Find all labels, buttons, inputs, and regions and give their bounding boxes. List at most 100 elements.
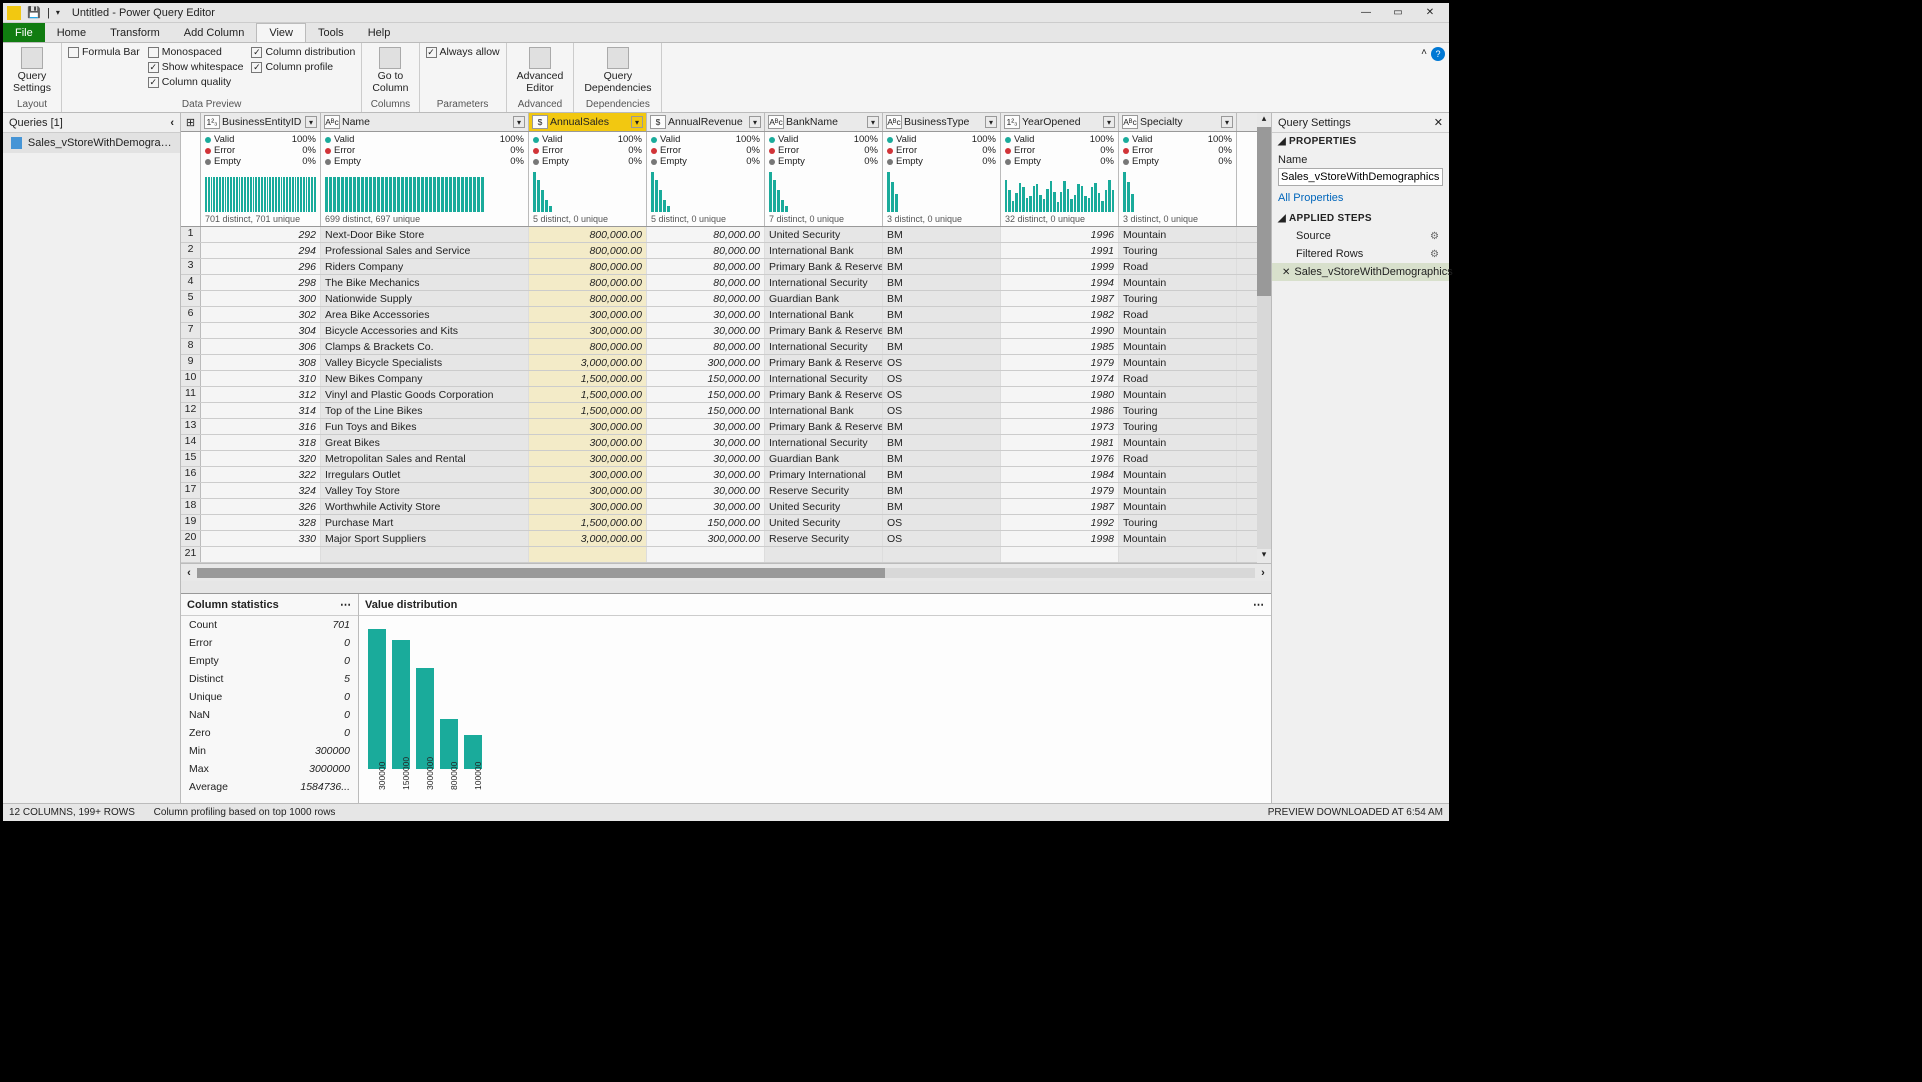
table-row[interactable]: 14318Great Bikes300,000.0030,000.00Inter…	[181, 435, 1257, 451]
column-profile: Valid100%Error0%Empty0%3 distinct, 0 uni…	[1119, 132, 1237, 226]
type-icon[interactable]: Aᴮc	[1122, 115, 1138, 129]
scroll-left-icon[interactable]: ‹	[181, 567, 197, 579]
table-row[interactable]: 19328Purchase Mart1,500,000.00150,000.00…	[181, 515, 1257, 531]
filter-dropdown-icon[interactable]: ▾	[867, 116, 879, 128]
always-allow-check[interactable]: Always allow	[426, 45, 500, 59]
chart-bar: 100000	[463, 735, 483, 795]
query-settings-button[interactable]: Query Settings	[9, 45, 55, 96]
column-header-businesstype[interactable]: AᴮcBusinessType▾	[883, 113, 1001, 131]
value-distribution-menu-icon[interactable]: ⋯	[1253, 598, 1265, 611]
table-row[interactable]: 3296Riders Company800,000.0080,000.00Pri…	[181, 259, 1257, 275]
type-icon[interactable]: $	[650, 115, 666, 129]
tab-help[interactable]: Help	[356, 23, 403, 42]
column-header-annualrevenue[interactable]: $AnnualRevenue▾	[647, 113, 765, 131]
column-distribution-check[interactable]: Column distribution	[251, 45, 355, 59]
table-row[interactable]: 11312Vinyl and Plastic Goods Corporation…	[181, 387, 1257, 403]
table-row[interactable]: 16322Irregulars Outlet300,000.0030,000.0…	[181, 467, 1257, 483]
goto-column-button[interactable]: Go to Column	[368, 45, 412, 96]
column-header-bankname[interactable]: AᴮcBankName▾	[765, 113, 883, 131]
filter-dropdown-icon[interactable]: ▾	[985, 116, 997, 128]
table-row[interactable]: 17324Valley Toy Store300,000.0030,000.00…	[181, 483, 1257, 499]
table-row[interactable]: 10310New Bikes Company1,500,000.00150,00…	[181, 371, 1257, 387]
tab-add-column[interactable]: Add Column	[172, 23, 257, 42]
help-icon[interactable]: ?	[1431, 47, 1445, 61]
advanced-editor-button[interactable]: Advanced Editor	[513, 45, 568, 96]
vertical-scrollbar[interactable]: ▴ ▾	[1257, 113, 1271, 563]
applied-step[interactable]: ✕Sales_vStoreWithDemographics	[1272, 263, 1449, 281]
type-icon[interactable]: Aᴮc	[324, 115, 340, 129]
data-grid[interactable]: 1292Next-Door Bike Store800,000.0080,000…	[181, 227, 1257, 563]
table-row[interactable]: 2294Professional Sales and Service800,00…	[181, 243, 1257, 259]
applied-step[interactable]: Source⚙	[1272, 227, 1449, 245]
query-dependencies-button[interactable]: Query Dependencies	[580, 45, 655, 96]
type-icon[interactable]: 1²₃	[204, 115, 220, 129]
filter-dropdown-icon[interactable]: ▾	[1221, 116, 1233, 128]
column-header-businessentityid[interactable]: 1²₃BusinessEntityID▾	[201, 113, 321, 131]
table-row[interactable]: 18326Worthwhile Activity Store300,000.00…	[181, 499, 1257, 515]
tab-tools[interactable]: Tools	[306, 23, 356, 42]
filter-dropdown-icon[interactable]: ▾	[305, 116, 317, 128]
table-row[interactable]: 7304Bicycle Accessories and Kits300,000.…	[181, 323, 1257, 339]
column-statistics-menu-icon[interactable]: ⋯	[340, 598, 352, 611]
query-settings-close-icon[interactable]: ✕	[1434, 116, 1443, 129]
table-row[interactable]: 20330Major Sport Suppliers3,000,000.0030…	[181, 531, 1257, 547]
filter-dropdown-icon[interactable]: ▾	[749, 116, 761, 128]
close-button[interactable]: ✕	[1415, 4, 1445, 22]
chart-bar: 300000	[367, 629, 387, 795]
horizontal-scrollbar[interactable]: ‹ ›	[181, 563, 1271, 581]
ribbon-collapse-icon[interactable]: ˄	[1421, 47, 1427, 58]
table-row[interactable]: 21	[181, 547, 1257, 563]
maximize-button[interactable]: ▭	[1383, 4, 1413, 22]
table-row[interactable]: 4298The Bike Mechanics800,000.0080,000.0…	[181, 275, 1257, 291]
table-row[interactable]: 1292Next-Door Bike Store800,000.0080,000…	[181, 227, 1257, 243]
show-whitespace-check[interactable]: Show whitespace	[148, 60, 244, 74]
gear-icon[interactable]: ⚙	[1430, 231, 1439, 242]
scroll-right-icon[interactable]: ›	[1255, 567, 1271, 579]
tab-view[interactable]: View	[256, 23, 306, 42]
applied-steps-header: APPLIED STEPS	[1289, 213, 1372, 224]
filter-dropdown-icon[interactable]: ▾	[513, 116, 525, 128]
column-header-name[interactable]: AᴮcName▾	[321, 113, 529, 131]
table-row[interactable]: 5300Nationwide Supply800,000.0080,000.00…	[181, 291, 1257, 307]
query-item[interactable]: Sales_vStoreWithDemographics	[3, 133, 180, 153]
column-quality-check[interactable]: Column quality	[148, 75, 244, 89]
table-row[interactable]: 8306Clamps & Brackets Co.800,000.0080,00…	[181, 339, 1257, 355]
table-row[interactable]: 6302Area Bike Accessories300,000.0030,00…	[181, 307, 1257, 323]
status-preview-time: PREVIEW DOWNLOADED AT 6:54 AM	[1268, 807, 1443, 818]
query-settings-icon	[21, 47, 43, 69]
tab-file[interactable]: File	[3, 23, 45, 42]
delete-step-icon[interactable]: ✕	[1282, 267, 1290, 278]
table-options-icon[interactable]: ⊞	[181, 113, 201, 131]
monospaced-check[interactable]: Monospaced	[148, 45, 244, 59]
type-icon[interactable]: $	[532, 115, 548, 129]
column-profile-check[interactable]: Column profile	[251, 60, 355, 74]
scroll-up-icon[interactable]: ▴	[1257, 113, 1271, 127]
table-row[interactable]: 9308Valley Bicycle Specialists3,000,000.…	[181, 355, 1257, 371]
queries-collapse-icon[interactable]: ‹	[170, 117, 174, 129]
query-name-input[interactable]	[1278, 168, 1443, 186]
status-profiling[interactable]: Column profiling based on top 1000 rows	[154, 807, 336, 818]
formula-bar-check[interactable]: Formula Bar	[68, 45, 140, 59]
filter-dropdown-icon[interactable]: ▾	[1103, 116, 1115, 128]
save-icon[interactable]: 💾	[27, 6, 41, 20]
qat-dropdown-icon[interactable]: ▾	[56, 8, 60, 17]
minimize-button[interactable]: —	[1351, 4, 1381, 22]
type-icon[interactable]: Aᴮc	[768, 115, 784, 129]
table-row[interactable]: 15320Metropolitan Sales and Rental300,00…	[181, 451, 1257, 467]
collapse-icon[interactable]: ◢	[1278, 136, 1286, 147]
type-icon[interactable]: 1²₃	[1004, 115, 1020, 129]
filter-dropdown-icon[interactable]: ▾	[631, 116, 643, 128]
column-header-specialty[interactable]: AᴮcSpecialty▾	[1119, 113, 1237, 131]
gear-icon[interactable]: ⚙	[1430, 249, 1439, 260]
table-row[interactable]: 13316Fun Toys and Bikes300,000.0030,000.…	[181, 419, 1257, 435]
table-row[interactable]: 12314Top of the Line Bikes1,500,000.0015…	[181, 403, 1257, 419]
all-properties-link[interactable]: All Properties	[1272, 190, 1449, 206]
tab-home[interactable]: Home	[45, 23, 98, 42]
type-icon[interactable]: Aᴮc	[886, 115, 902, 129]
tab-transform[interactable]: Transform	[98, 23, 172, 42]
collapse-icon[interactable]: ◢	[1278, 213, 1286, 224]
column-header-annualsales[interactable]: $AnnualSales▾	[529, 113, 647, 131]
column-header-yearopened[interactable]: 1²₃YearOpened▾	[1001, 113, 1119, 131]
scroll-down-icon[interactable]: ▾	[1257, 549, 1271, 563]
applied-step[interactable]: Filtered Rows⚙	[1272, 245, 1449, 263]
